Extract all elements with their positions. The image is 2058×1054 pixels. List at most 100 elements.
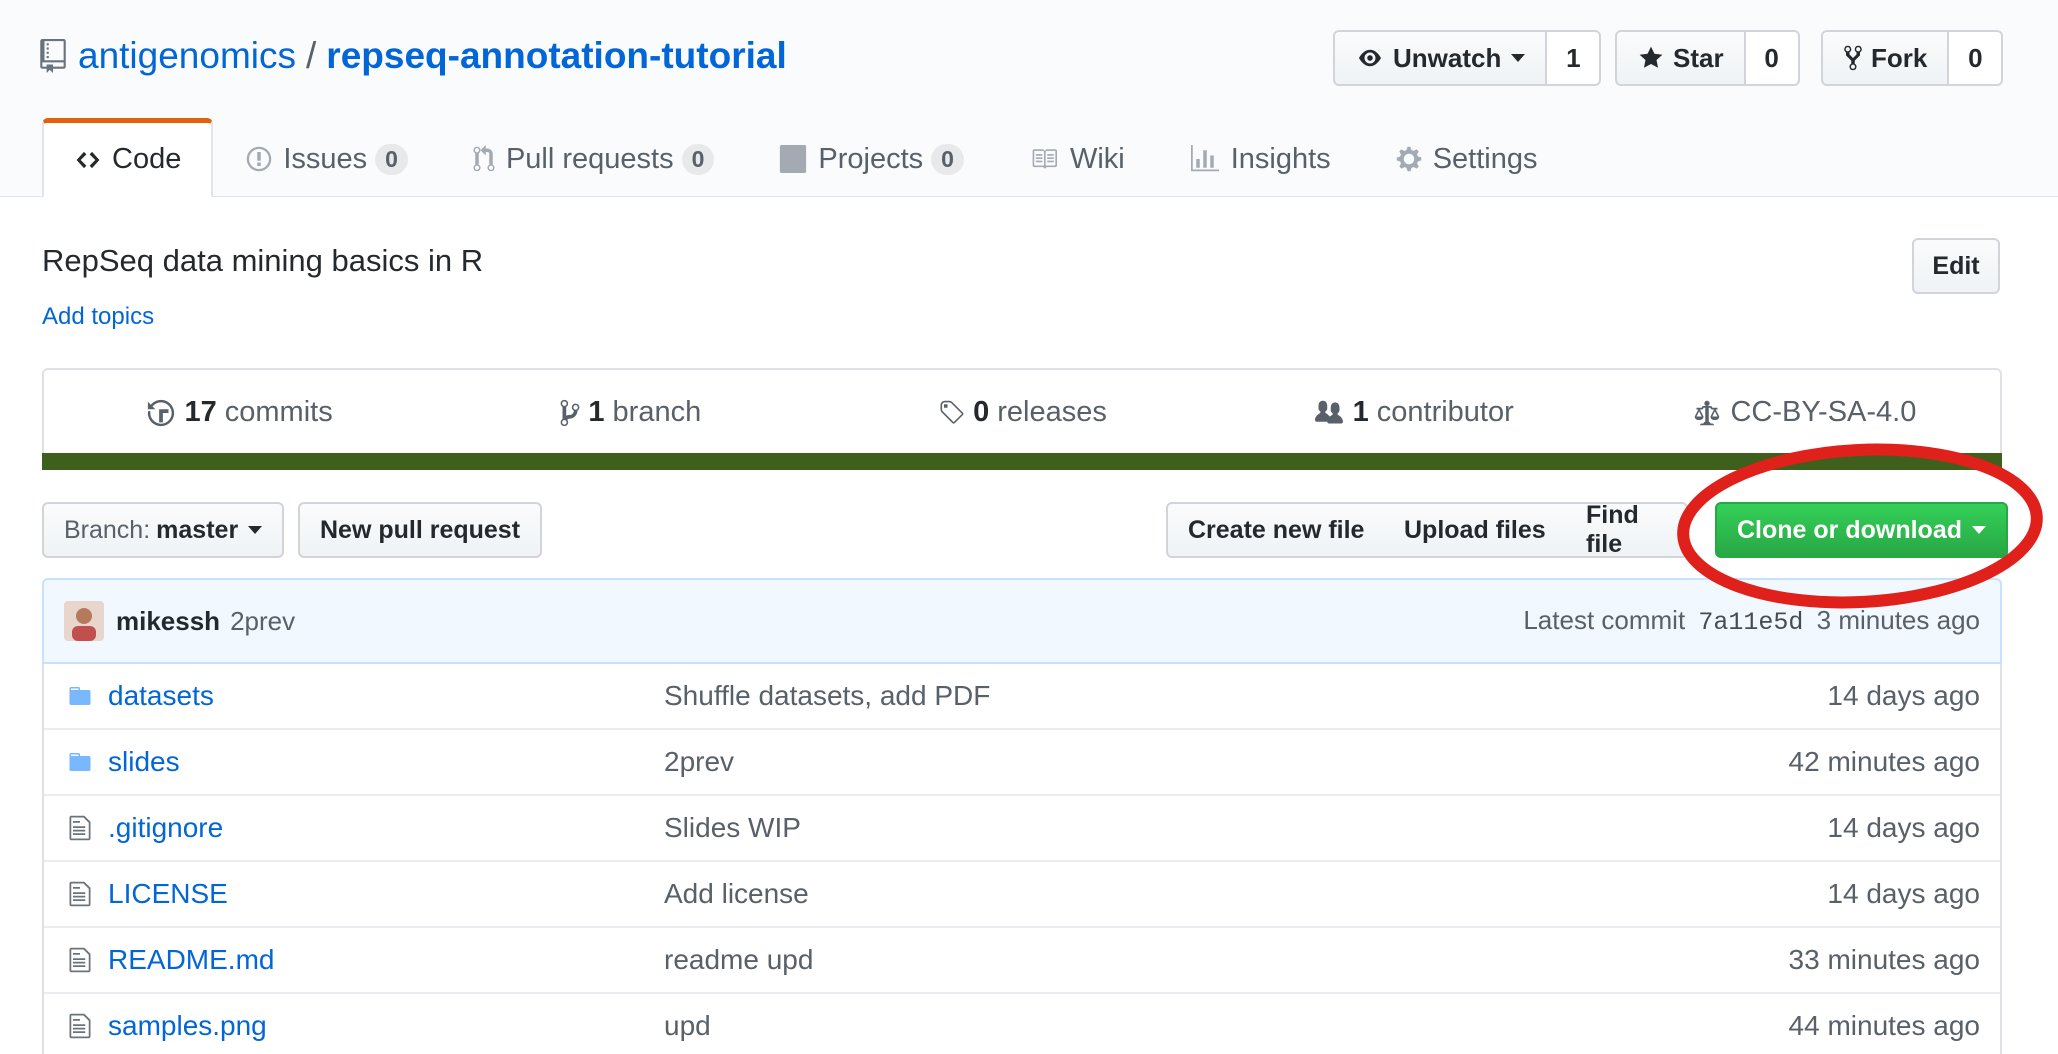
table-row: LICENSE Add license 14 days ago [44, 862, 2000, 928]
folder-icon [64, 684, 96, 708]
table-row: slides 2prev 42 minutes ago [44, 730, 2000, 796]
commit-age: 3 minutes ago [1816, 605, 1980, 635]
latest-commit-bar: mikessh 2prev Latest commit 7a11e5d 3 mi… [42, 578, 2002, 664]
file-icon [64, 946, 96, 974]
create-new-file-button[interactable]: Create new file [1166, 502, 1387, 558]
commits-label: commits [224, 396, 333, 428]
file-name-link[interactable]: README.md [108, 944, 664, 976]
branch-count: 1 [588, 396, 605, 428]
tab-label: Code [112, 143, 182, 175]
table-row: samples.png upd 44 minutes ago [44, 994, 2000, 1054]
license-link[interactable]: CC-BY-SA-4.0 [1609, 396, 2000, 429]
project-icon [780, 145, 807, 173]
file-name-link[interactable]: datasets [108, 680, 664, 712]
tab-label: Issues [283, 142, 368, 175]
file-age: 14 days ago [1827, 878, 1980, 909]
tab-code[interactable]: Code [42, 118, 214, 198]
branch-label: branch [612, 396, 702, 428]
graph-icon [1190, 145, 1219, 172]
tab-label: Insights [1230, 142, 1331, 175]
file-age: 33 minutes ago [1788, 944, 1980, 975]
chevron-down-icon [248, 526, 263, 534]
contributor-count: 1 [1352, 396, 1369, 428]
clone-or-download-button[interactable]: Clone or download [1715, 502, 2008, 558]
upload-files-button[interactable]: Upload files [1384, 502, 1568, 558]
code-icon [76, 151, 100, 168]
table-row: .gitignore Slides WIP 14 days ago [44, 796, 2000, 862]
tab-issues[interactable]: Issues 0 [213, 118, 440, 197]
file-commit-message[interactable]: Add license [664, 878, 1827, 910]
unwatch-button[interactable]: Unwatch [1333, 30, 1548, 86]
file-name-link[interactable]: slides [108, 746, 664, 778]
forks-count[interactable]: 0 [1949, 30, 2004, 86]
commit-message-link[interactable]: 2prev [230, 606, 295, 637]
gear-icon [1396, 146, 1421, 172]
clone-or-download-label: Clone or download [1737, 515, 1962, 544]
tab-projects[interactable]: Projects 0 [746, 118, 996, 197]
file-commit-message[interactable]: Slides WIP [664, 812, 1827, 844]
fork-group: Fork 0 [1821, 30, 2004, 86]
repo-owner-link[interactable]: antigenomics [78, 35, 296, 77]
releases-link[interactable]: 0 releases [826, 396, 1217, 429]
language-bar[interactable] [42, 453, 2002, 470]
new-pull-request-button[interactable]: New pull request [298, 502, 543, 558]
folder-icon [64, 750, 96, 774]
tab-label: Pull requests [505, 142, 674, 175]
license-label: CC-BY-SA-4.0 [1730, 396, 1917, 428]
file-commit-message[interactable]: 2prev [664, 746, 1789, 778]
contributors-link[interactable]: 1 contributor [1218, 396, 1609, 429]
unwatch-label: Unwatch [1393, 42, 1502, 73]
star-icon [1639, 46, 1663, 68]
file-age: 42 minutes ago [1788, 746, 1980, 777]
tab-pull-requests[interactable]: Pull requests 0 [440, 118, 746, 197]
file-commit-message[interactable]: upd [664, 1010, 1789, 1042]
pull-requests-counter: 0 [681, 143, 715, 175]
tab-settings[interactable]: Settings [1363, 118, 1570, 197]
fork-label: Fork [1871, 42, 1928, 73]
history-icon [148, 399, 175, 426]
file-name-link[interactable]: LICENSE [108, 878, 664, 910]
branch-select-button[interactable]: Branch: master [42, 502, 285, 558]
repo-title: antigenomics / repseq-annotation-tutoria… [40, 30, 787, 82]
releases-label: releases [997, 396, 1107, 428]
edit-description-button[interactable]: Edit [1912, 238, 2000, 294]
file-list: datasets Shuffle datasets, add PDF 14 da… [42, 664, 2002, 1054]
stargazers-count[interactable]: 0 [1745, 30, 1800, 86]
file-icon [64, 814, 96, 842]
fork-button[interactable]: Fork [1821, 30, 1950, 86]
repo-nav-tabs: Code Issues 0 Pull requests 0 Projects 0… [42, 118, 1570, 198]
file-name-link[interactable]: samples.png [108, 1010, 664, 1042]
user-avatar-icon [64, 601, 104, 641]
tab-insights[interactable]: Insights [1157, 118, 1363, 197]
table-row: datasets Shuffle datasets, add PDF 14 da… [44, 664, 2000, 730]
add-topics-link[interactable]: Add topics [42, 303, 154, 331]
branch-icon [561, 399, 580, 426]
avatar[interactable] [64, 601, 104, 641]
file-name-link[interactable]: .gitignore [108, 812, 664, 844]
tab-label: Wiki [1069, 142, 1125, 175]
file-commit-message[interactable]: readme upd [664, 944, 1789, 976]
star-group: Star 0 [1615, 30, 1800, 86]
branch-prefix: Branch: [64, 515, 151, 544]
branches-link[interactable]: 1 branch [435, 396, 826, 429]
find-file-button[interactable]: Find file [1566, 502, 1688, 558]
projects-counter: 0 [931, 143, 964, 175]
repo-path-separator: / [306, 35, 317, 76]
watch-group: Unwatch 1 [1333, 30, 1602, 86]
repo-header: antigenomics / repseq-annotation-tutoria… [0, 0, 2058, 198]
watchers-count[interactable]: 1 [1547, 30, 1602, 86]
contributor-label: contributor [1376, 396, 1514, 428]
star-button[interactable]: Star [1615, 30, 1746, 86]
file-icon [64, 1012, 96, 1040]
repo-description: RepSeq data mining basics in R [42, 243, 484, 278]
file-commit-message[interactable]: Shuffle datasets, add PDF [664, 680, 1827, 712]
commits-link[interactable]: 17 commits [44, 396, 435, 429]
file-age: 44 minutes ago [1788, 1010, 1980, 1041]
commit-sha-link[interactable]: 7a11e5d [1698, 608, 1803, 637]
chevron-down-icon [1972, 526, 1986, 534]
commit-author-link[interactable]: mikessh [116, 606, 220, 637]
organization-icon [1314, 400, 1343, 423]
repo-icon [40, 39, 66, 73]
tab-wiki[interactable]: Wiki [996, 118, 1157, 197]
repo-name-link[interactable]: repseq-annotation-tutorial [326, 35, 786, 77]
